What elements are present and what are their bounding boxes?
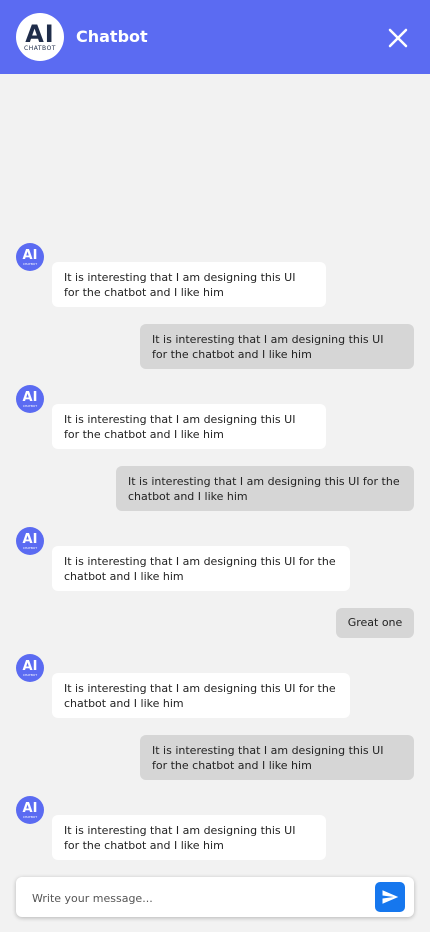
bot-message: It is interesting that I am designing th… [52,404,326,449]
bot-message: It is interesting that I am designing th… [52,546,350,591]
bot-avatar: AI CHATBOT [16,796,44,824]
user-message: It is interesting that I am designing th… [116,466,414,511]
bot-avatar: AI CHATBOT [16,527,44,555]
bot-avatar: AI CHATBOT [16,243,44,271]
user-message: It is interesting that I am designing th… [140,735,414,780]
send-icon [382,890,399,904]
chat-header: AI CHATBOT Chatbot [0,0,430,74]
bot-avatar: AI CHATBOT [16,654,44,682]
close-button[interactable] [384,24,412,52]
chatbot-logo: AI CHATBOT [16,13,64,61]
bot-message: It is interesting that I am designing th… [52,673,350,718]
bot-avatar: AI CHATBOT [16,385,44,413]
message-list[interactable]: AI CHATBOT It is interesting that I am d… [0,0,430,932]
bot-message: It is interesting that I am designing th… [52,815,326,860]
message-input[interactable] [30,887,364,909]
logo-text: AI [25,19,55,48]
chat-title: Chatbot [76,27,148,46]
send-button[interactable] [375,882,405,912]
user-message: It is interesting that I am designing th… [140,324,414,369]
close-icon [388,28,408,48]
message-composer [16,877,414,917]
user-message: Great one [336,608,414,638]
bot-message: It is interesting that I am designing th… [52,262,326,307]
logo-subtext: CHATBOT [24,44,56,52]
